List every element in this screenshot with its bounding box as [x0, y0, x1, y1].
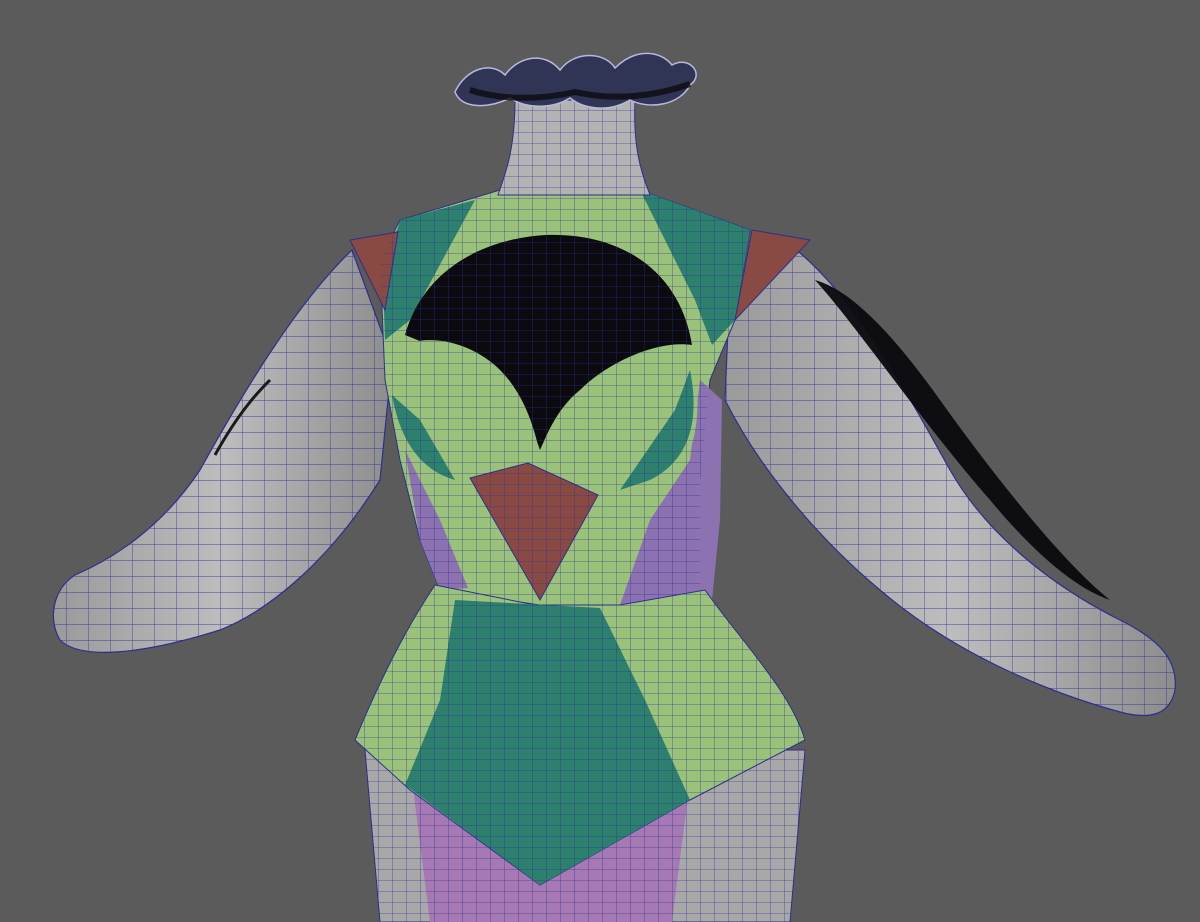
garment-wireframe-mesh[interactable]: [0, 0, 1200, 922]
left-sleeve: [52, 248, 393, 653]
right-sleeve: [724, 244, 1176, 717]
viewport-3d[interactable]: [0, 0, 1200, 922]
neck-collar: [454, 52, 697, 196]
